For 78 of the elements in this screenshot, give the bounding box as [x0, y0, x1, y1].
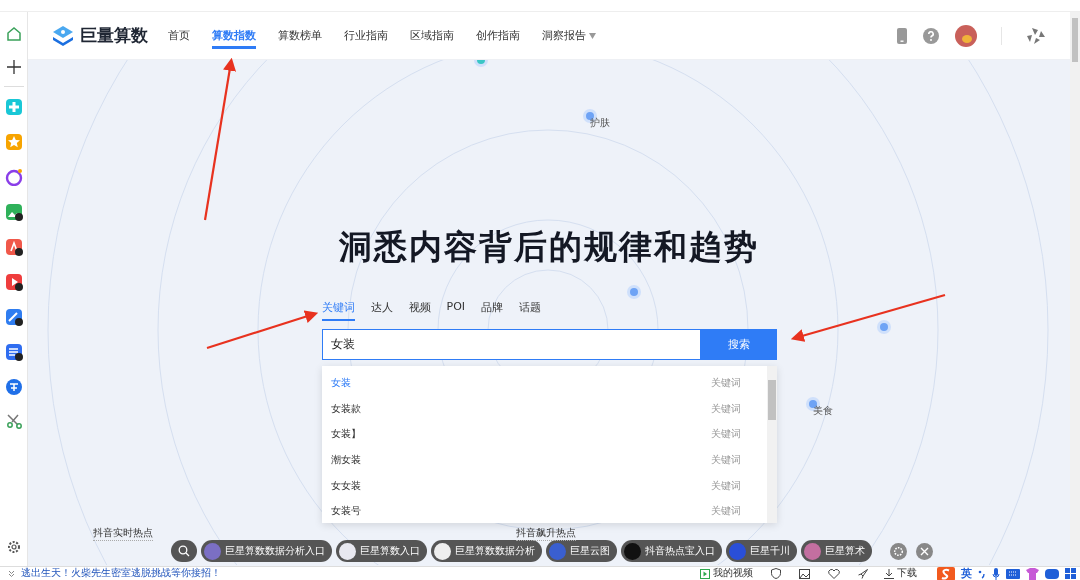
app-icon[interactable]: [4, 203, 23, 221]
play-icon: [700, 568, 710, 579]
search-field[interactable]: 女装: [321, 329, 701, 360]
nav-tab[interactable]: 行业指南: [344, 22, 388, 49]
close-icon: [920, 546, 929, 556]
hot-topics-label[interactable]: 抖音实时热点: [93, 526, 153, 541]
grid-icon[interactable]: [1065, 568, 1076, 579]
search-button[interactable]: 搜索: [700, 329, 777, 360]
plus-icon[interactable]: [5, 59, 22, 75]
suggestion-item[interactable]: 潮女装 关键词: [321, 447, 767, 473]
app-icon[interactable]: [4, 308, 23, 326]
shortcut-chip[interactable]: 抖音热点宝入口: [621, 540, 722, 562]
avatar[interactable]: [955, 24, 977, 47]
caret-icon: [589, 32, 596, 39]
topic-label: 美食: [813, 404, 833, 418]
gamepad-icon[interactable]: [1045, 568, 1059, 579]
topic-dot: [630, 288, 638, 296]
search-icon: [178, 545, 190, 557]
close-button[interactable]: [916, 542, 933, 560]
scrollbar-thumb[interactable]: [1072, 18, 1078, 62]
suggestion-item[interactable]: 女装款 关键词: [321, 395, 767, 422]
phone-icon[interactable]: [897, 27, 907, 44]
search-button[interactable]: [171, 540, 197, 562]
input-mode-label[interactable]: 英: [961, 566, 972, 580]
nav-tab[interactable]: 首页: [168, 22, 190, 49]
download-button[interactable]: 下载: [884, 567, 917, 580]
shortcut-chip[interactable]: 巨星算数入口: [336, 540, 427, 562]
rocket-icon[interactable]: [858, 568, 868, 579]
nav-tab[interactable]: 算数榜单: [278, 22, 322, 49]
app-icon[interactable]: [4, 238, 23, 256]
heart-icon[interactable]: [828, 568, 840, 579]
shortcut-chip[interactable]: 巨星算数数据分析入口: [201, 540, 332, 562]
shortcut-chip[interactable]: 巨星云图: [546, 540, 617, 562]
settings-button[interactable]: [890, 542, 907, 560]
search-tab[interactable]: 关键词: [321, 296, 355, 321]
shortcut-chip[interactable]: 巨星算术: [801, 540, 872, 562]
shield-icon[interactable]: [771, 568, 781, 579]
skin-icon[interactable]: [1026, 567, 1039, 580]
help-icon[interactable]: [923, 27, 939, 44]
image-icon[interactable]: [799, 568, 810, 579]
suggestion-item[interactable]: 女女装 关键词: [321, 472, 767, 499]
app-icon[interactable]: [4, 273, 23, 291]
app-icon[interactable]: [4, 343, 23, 361]
download-icon: [884, 568, 894, 579]
home-icon[interactable]: [5, 26, 22, 42]
nav-tab[interactable]: 算数指数: [212, 22, 256, 49]
ai-icon[interactable]: [4, 168, 23, 186]
gear-icon: [893, 545, 904, 557]
translate-icon[interactable]: [4, 378, 23, 396]
scissors-icon[interactable]: [5, 413, 22, 429]
logo-text[interactable]: 巨量算数: [80, 24, 148, 47]
videos-button[interactable]: 我的视频: [700, 567, 753, 580]
logo-icon[interactable]: [52, 24, 74, 47]
topic-label: 护肤: [590, 116, 610, 130]
shortcut-chip[interactable]: 巨星算数数据分析: [431, 540, 542, 562]
suggestion-item[interactable]: 女装号 关键词: [321, 498, 767, 523]
hero-title: 洞悉内容背后的规律和趋势: [339, 226, 759, 268]
brand-icon[interactable]: [1026, 26, 1046, 45]
suggestion-item[interactable]: 女装 关键词: [321, 370, 767, 396]
search-tab[interactable]: 达人: [370, 296, 393, 321]
search-tab[interactable]: POI: [446, 296, 466, 321]
search-tab[interactable]: 品牌: [481, 296, 504, 321]
keyboard-icon[interactable]: [1006, 568, 1020, 579]
topic-dot: [880, 323, 888, 331]
nav-tab[interactable]: 区域指南: [410, 22, 454, 49]
search-tab[interactable]: 视频: [408, 296, 431, 321]
punctuation-icon[interactable]: [978, 568, 986, 579]
shortcut-chip[interactable]: 巨星千川: [726, 540, 797, 562]
search-tab[interactable]: 话题: [519, 296, 542, 321]
suggestion-item[interactable]: 女装】 关键词: [321, 421, 767, 448]
nav-tab[interactable]: 洞察报告: [542, 22, 596, 49]
input-method-icon[interactable]: [937, 566, 955, 580]
scrollbar-thumb[interactable]: [767, 380, 776, 420]
microphone-icon[interactable]: [992, 567, 1000, 580]
news-link[interactable]: 逃出生天！火柴先生密室逃脱挑战等你接招！: [21, 567, 221, 580]
nav-tab[interactable]: 创作指南: [476, 22, 520, 49]
settings-icon[interactable]: [6, 540, 21, 554]
chevron-icon[interactable]: [8, 570, 15, 577]
